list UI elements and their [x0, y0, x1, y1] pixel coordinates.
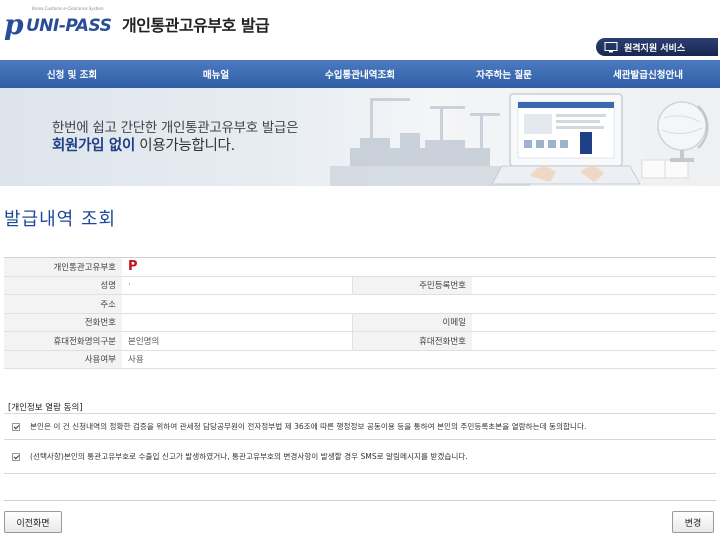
table-row: 개인통관고유부호 P [4, 257, 716, 277]
usage-value: 사용 [122, 350, 716, 369]
nav-item-apply-inquiry[interactable]: 신청 및 조회 [0, 60, 144, 88]
consent-item-rrn-view: 본인은 이 건 신청내역의 정확한 검증을 위하여 관세청 담당공무원이 전자정… [4, 414, 716, 440]
hero-banner: 한번에 쉽고 간단한 개인통관고유부호 발급은 회원가입 없이 이용가능합니다. [0, 88, 720, 186]
address-label: 주소 [4, 294, 122, 314]
edit-button[interactable]: 변경 [672, 511, 714, 533]
nav-item-customs-guide[interactable]: 세관발급신청안내 [576, 60, 720, 88]
code-label: 개인통관고유부호 [4, 257, 122, 277]
banner-subheadline: 회원가입 없이 이용가능합니다. [52, 134, 235, 155]
site-title: 개인통관고유부호 발급 [122, 16, 270, 35]
table-row: 휴대전화명의구분 본인명의 휴대전화번호 [4, 331, 716, 351]
table-row: 주소 [4, 294, 716, 314]
rrn-value [472, 276, 716, 295]
banner-subheadline-rest: 이용가능합니다. [135, 138, 235, 154]
nav-item-manual[interactable]: 매뉴얼 [144, 60, 288, 88]
banner-highlight: 회원가입 없이 [52, 138, 135, 154]
sms-consent-text: (선택사항)본인의 통관고유부호로 수출입 신고가 발생하였거나, 통관고유부호… [30, 452, 468, 461]
logo-text: UNI-PASS [26, 16, 112, 36]
name-label: 성명 [4, 276, 122, 295]
mobile-value [472, 331, 716, 351]
remote-support-button[interactable]: 원격지원 서비스 [596, 38, 718, 56]
table-row: 성명 · 주민등록번호 [4, 276, 716, 295]
address-value [122, 294, 716, 314]
mobile-owner-label: 휴대전화명의구분 [4, 331, 122, 351]
table-row: 사용여부 사용 [4, 350, 716, 369]
logo-subtitle: Korea Customs e-Clearance System [32, 6, 104, 11]
remote-support-label: 원격지원 서비스 [624, 43, 686, 54]
code-value-cell: P [122, 257, 716, 277]
monitor-icon [604, 41, 618, 52]
banner-illustration [330, 93, 709, 186]
mobile-owner-value: 본인명의 [122, 331, 352, 351]
email-value [472, 313, 716, 332]
consent-title: [개인정보 열람 동의] [8, 403, 83, 413]
issuance-info-table: 개인통관고유부호 P 성명 · 주민등록번호 주소 전화번호 이메일 휴대전화명… [4, 257, 716, 369]
table-row: 전화번호 이메일 [4, 313, 716, 332]
mobile-label: 휴대전화번호 [351, 331, 472, 351]
consent-item-sms: (선택사항)본인의 통관고유부호로 수출입 신고가 발생하였거나, 통관고유부호… [4, 440, 716, 474]
logo-mark: p [4, 8, 24, 41]
nav-item-faq[interactable]: 자주하는 질문 [432, 60, 576, 88]
rrn-consent-text: 본인은 이 건 신청내역의 정확한 검증을 위하여 관세청 담당공무원이 전자정… [30, 422, 587, 431]
rrn-consent-checkbox[interactable] [12, 422, 20, 431]
header: Korea Customs e-Clearance System p UNI-P… [0, 0, 720, 58]
customs-code-value: P [128, 259, 138, 275]
phone-value [122, 313, 352, 332]
rrn-label: 주민등록번호 [351, 276, 472, 295]
main-nav: 신청 및 조회 매뉴얼 수입통관내역조회 자주하는 질문 세관발급신청안내 [0, 60, 720, 88]
nav-item-import-clearance[interactable]: 수입통관내역조회 [288, 60, 432, 88]
usage-label: 사용여부 [4, 350, 122, 369]
page-title: 발급내역 조회 [4, 209, 117, 230]
banner-headline: 한번에 쉽고 간단한 개인통관고유부호 발급은 [52, 120, 299, 136]
previous-screen-button[interactable]: 이전화면 [4, 511, 62, 533]
email-label: 이메일 [351, 313, 472, 332]
footer-divider [4, 500, 716, 501]
uni-pass-logo[interactable]: Korea Customs e-Clearance System p UNI-P… [4, 6, 116, 42]
name-value: · [122, 276, 352, 295]
sms-consent-checkbox[interactable] [12, 452, 20, 461]
phone-label: 전화번호 [4, 313, 122, 332]
consent-section: 본인은 이 건 신청내역의 정확한 검증을 위하여 관세청 담당공무원이 전자정… [4, 413, 716, 474]
